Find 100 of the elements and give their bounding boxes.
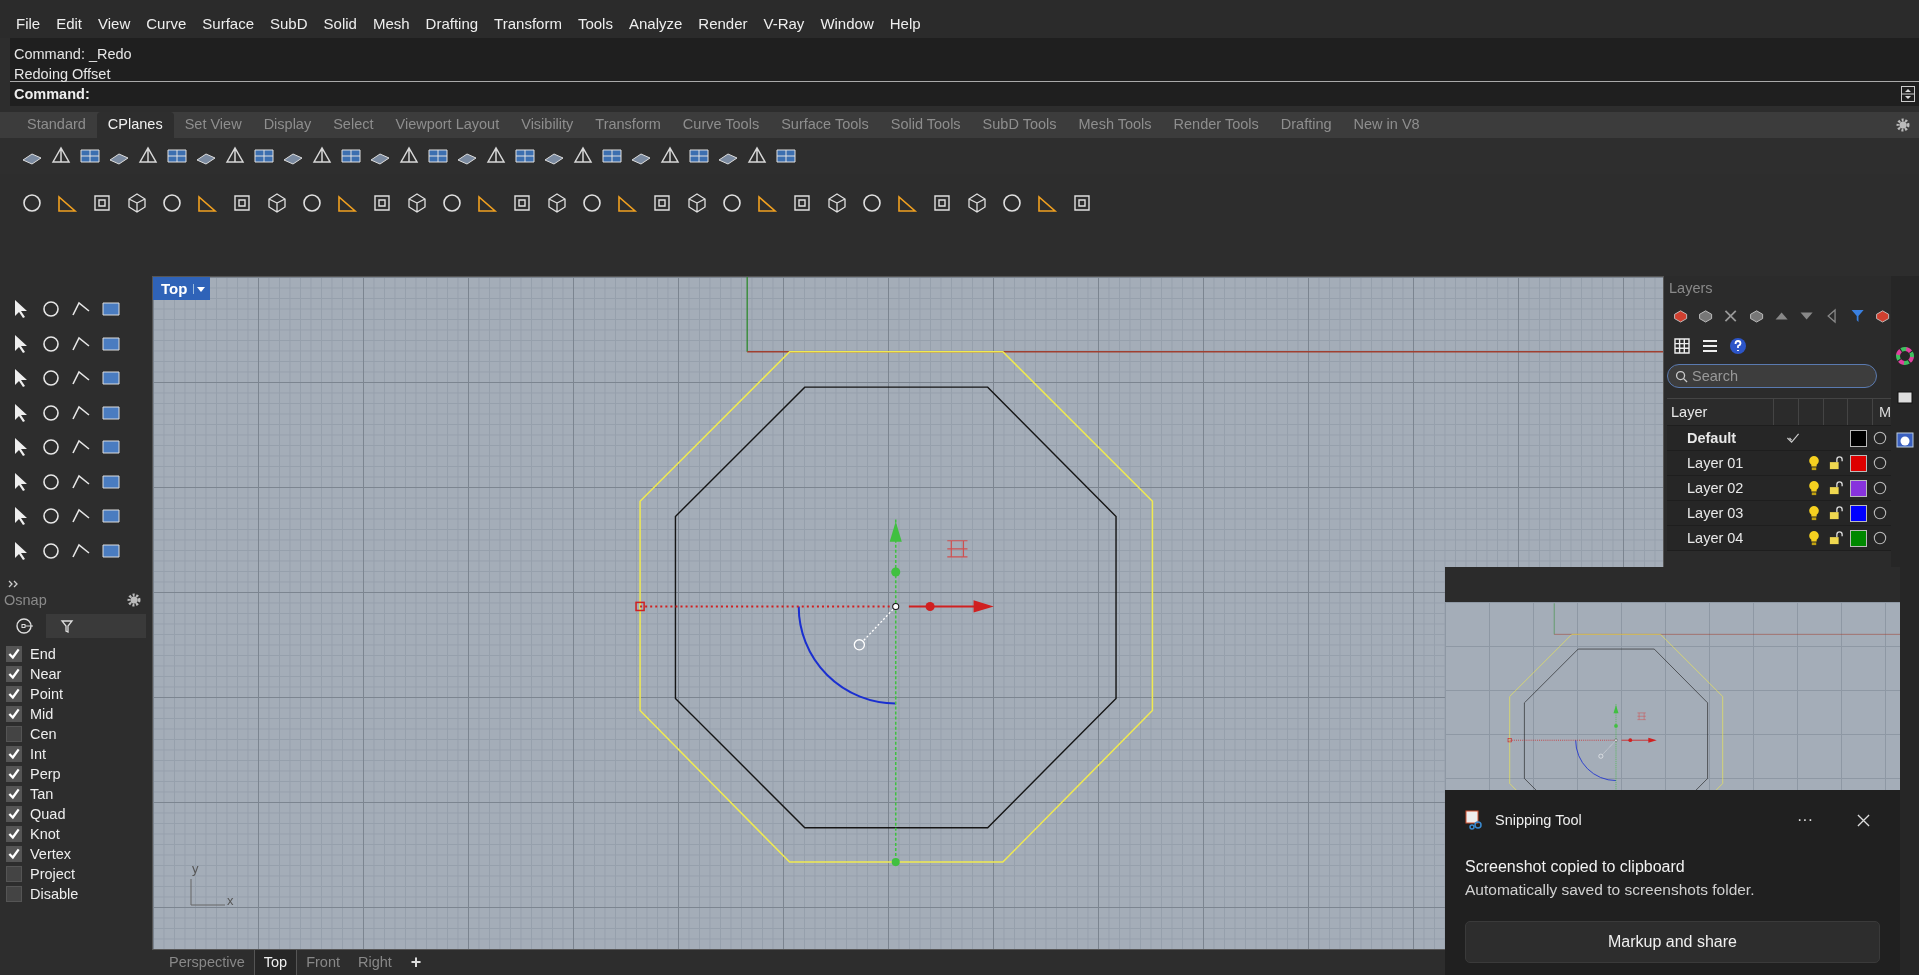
help-window-icon[interactable] <box>1895 430 1915 450</box>
tool-icon[interactable] <box>20 191 44 215</box>
lightbulb-icon[interactable] <box>1807 505 1822 521</box>
checkbox[interactable] <box>6 786 22 802</box>
tool-icon[interactable] <box>125 191 149 215</box>
tool-icon[interactable] <box>405 191 429 215</box>
lightbulb-icon[interactable] <box>1807 530 1822 546</box>
tool-icon[interactable] <box>440 191 464 215</box>
help-icon[interactable] <box>1728 336 1748 356</box>
menu-item[interactable]: Solid <box>315 15 365 32</box>
material-circle-icon[interactable] <box>1873 430 1888 446</box>
unlocked-padlock-icon[interactable] <box>1829 455 1844 471</box>
snap-point-icon <box>15 616 35 636</box>
menu-item[interactable]: Render <box>690 15 756 32</box>
material-circle-icon[interactable] <box>1873 530 1888 546</box>
osnap-label: Cen <box>30 726 57 742</box>
axes-icon <box>189 879 225 907</box>
checkbox[interactable] <box>6 726 22 742</box>
color-swatch[interactable] <box>1849 479 1867 497</box>
material-circle-icon[interactable] <box>1873 505 1888 521</box>
color-wheel-icon[interactable] <box>1895 346 1915 366</box>
tool-icon[interactable] <box>825 191 849 215</box>
markup-and-share-button[interactable]: Markup and share <box>1465 921 1880 963</box>
material-circle-icon[interactable] <box>1873 455 1888 471</box>
material-circle-icon[interactable] <box>1873 480 1888 496</box>
app-name: Snipping Tool <box>1495 812 1583 828</box>
osnap-label: Perp <box>30 766 61 782</box>
tool-icon[interactable] <box>580 191 604 215</box>
menu-item[interactable]: Window <box>812 15 882 32</box>
menu-item[interactable]: Curve <box>138 15 195 32</box>
add-tab-button[interactable]: + <box>400 950 432 975</box>
color-swatch[interactable] <box>1849 454 1867 472</box>
color-swatch[interactable] <box>1849 429 1867 447</box>
menu-item[interactable]: Drafting <box>417 15 487 32</box>
settings-icon[interactable] <box>126 592 142 608</box>
panel-title: Osnap <box>4 592 47 608</box>
menu-item[interactable]: Surface <box>194 15 262 32</box>
tool-icon[interactable] <box>1000 191 1024 215</box>
menu-item[interactable]: Mesh <box>364 15 418 32</box>
viewport-tab[interactable]: Front <box>297 950 349 975</box>
osnap-label: Point <box>30 686 64 702</box>
scissors-app-icon <box>1465 810 1485 830</box>
scroll-arrows-icon[interactable] <box>1901 85 1915 103</box>
checkbox[interactable] <box>6 686 22 702</box>
menu-item[interactable]: View <box>90 15 139 32</box>
rotation-handle[interactable] <box>853 602 900 651</box>
lightbulb-icon[interactable] <box>1807 480 1822 496</box>
close-icon[interactable] <box>1857 813 1870 827</box>
expand-icon[interactable] <box>8 580 20 588</box>
checkbox[interactable] <box>6 826 22 842</box>
checkbox[interactable] <box>6 766 22 782</box>
menu-item[interactable]: SubD <box>262 15 316 32</box>
menu-item[interactable]: Help <box>881 15 929 32</box>
grid-icon[interactable] <box>1672 336 1692 356</box>
command-history-line: Redoing Offset <box>14 65 112 84</box>
osnap-label: Disable <box>30 886 79 902</box>
menu-item[interactable]: Analyze <box>620 15 691 32</box>
osnap-label: Near <box>30 666 62 682</box>
checkbox[interactable] <box>6 846 22 862</box>
color-swatch[interactable] <box>1849 529 1867 547</box>
viewport-tab[interactable]: Right <box>349 950 401 975</box>
tool-icon[interactable] <box>160 191 184 215</box>
tool-icon[interactable] <box>265 191 289 215</box>
tool-icon[interactable] <box>685 191 709 215</box>
column-header[interactable]: Layer <box>1667 404 1774 420</box>
command-prompt[interactable]: Command: <box>14 86 90 102</box>
more-options-button[interactable]: ··· <box>1797 811 1813 829</box>
tool-icon[interactable] <box>860 191 884 215</box>
unlocked-padlock-icon[interactable] <box>1829 530 1844 546</box>
osnap-label: Knot <box>30 826 60 842</box>
tool-icon[interactable] <box>965 191 989 215</box>
viewport-tab[interactable]: Top <box>253 950 298 975</box>
tool-icon[interactable] <box>300 191 324 215</box>
menu-item[interactable]: Edit <box>48 15 91 32</box>
checkbox[interactable] <box>6 886 22 902</box>
lightbulb-icon[interactable] <box>1807 455 1822 471</box>
tool-icon[interactable] <box>720 191 744 215</box>
menu-item[interactable]: File <box>8 15 49 32</box>
checkbox[interactable] <box>6 806 22 822</box>
checkbox[interactable] <box>6 866 22 882</box>
toolbar-tab[interactable]: CPlanes <box>96 112 174 138</box>
search-field[interactable]: Search <box>1667 364 1877 388</box>
color-swatch[interactable] <box>1849 504 1867 522</box>
checkbox[interactable] <box>6 646 22 662</box>
checkbox[interactable] <box>6 706 22 722</box>
arc-curve[interactable] <box>797 606 896 705</box>
scale-handle-icon[interactable] <box>946 540 969 558</box>
menu-item[interactable]: Transform <box>486 15 570 32</box>
checkbox[interactable] <box>6 666 22 682</box>
unlocked-padlock-icon[interactable] <box>1829 480 1844 496</box>
viewport-tab[interactable]: Perspective <box>160 950 254 975</box>
unlocked-padlock-icon[interactable] <box>1829 505 1844 521</box>
menu-item[interactable]: V-Ray <box>755 15 813 32</box>
viewport-title[interactable]: Top <box>153 277 211 300</box>
checkbox[interactable] <box>6 746 22 762</box>
panel-title: Layers <box>1669 280 1713 296</box>
settings-icon[interactable] <box>1895 117 1911 133</box>
menu-item[interactable]: Tools <box>569 15 621 32</box>
caret-icon <box>193 283 207 294</box>
tool-icon[interactable] <box>545 191 569 215</box>
